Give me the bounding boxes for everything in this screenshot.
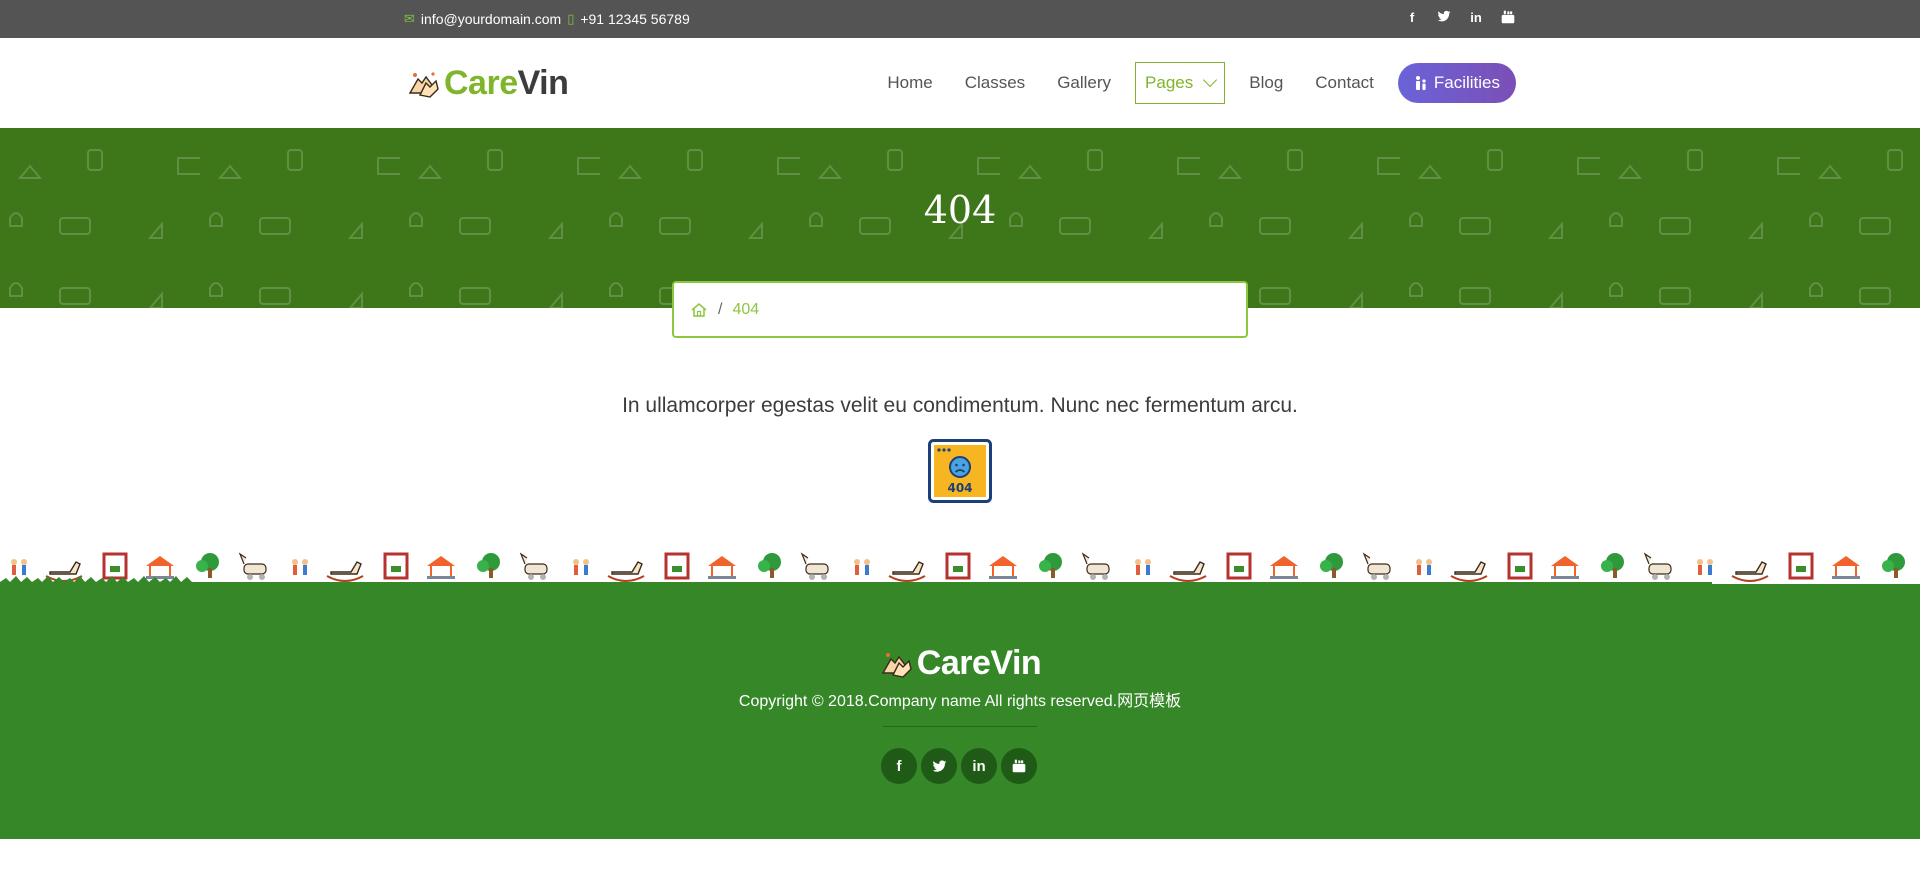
main-nav: Home Classes Gallery Pages Blog Contact … [871,62,1516,104]
playground-illustration-strip [0,551,1920,590]
chevron-down-icon [1203,72,1218,88]
phone-icon: ▯ [567,11,575,26]
top-bar: ✉ info@yourdomain.com ▯ +91 12345 56789 … [0,0,1920,38]
facebook-icon[interactable]: f [1404,10,1420,27]
facilities-label: Facilities [1433,73,1500,92]
error-message: In ullamcorper egestas velit eu condimen… [622,394,1298,417]
breadcrumb: / 404 [672,281,1248,338]
brand-name-part1: Care [444,64,518,102]
breadcrumb-current: 404 [732,300,760,318]
breadcrumb-separator: / [718,300,723,318]
nav-contact[interactable]: Contact [1299,62,1390,104]
linkedin-icon[interactable]: in [1468,10,1484,27]
page-title: 404 [923,188,997,232]
nav-pages[interactable]: Pages [1135,62,1226,104]
email-icon: ✉ [404,11,415,26]
family-icon [1415,76,1426,90]
hands-logo-icon [881,652,912,678]
linkedin-icon[interactable]: in [961,748,997,784]
top-social-links: f in [1404,10,1516,27]
footer-logo[interactable]: CareVin [0,644,1920,683]
footer-divider [883,726,1037,727]
youtube-icon[interactable] [1001,748,1037,784]
twitter-icon[interactable] [921,748,957,784]
nav-classes[interactable]: Classes [949,62,1041,104]
youtube-icon[interactable] [1500,10,1516,27]
nav-pages-label: Pages [1145,73,1194,92]
footer-brand-part2: Vin [990,644,1042,682]
nav-home[interactable]: Home [871,62,948,104]
twitter-icon[interactable] [1436,10,1452,27]
site-footer: CareVin Copyright © 2018.Company name Al… [0,588,1920,839]
email-link[interactable]: info@yourdomain.com [421,11,561,27]
phone-link[interactable]: +91 12345 56789 [580,11,689,27]
svg-text:404: 404 [947,481,972,495]
brand-name-part2: Vin [517,64,569,102]
page-bottom-space [0,839,1920,888]
404-error-icon: 404 [928,439,992,503]
footer-brand-part1: Care [916,644,991,682]
site-logo[interactable]: CareVin [406,64,569,103]
hands-logo-icon [408,71,439,98]
facebook-icon[interactable]: f [881,748,917,784]
nav-blog[interactable]: Blog [1233,62,1299,104]
contact-info: ✉ info@yourdomain.com ▯ +91 12345 56789 [404,11,690,27]
copyright-text: Copyright © 2018.Company name All rights… [738,693,1182,710]
site-header: CareVin Home Classes Gallery Pages Blog … [0,38,1920,128]
nav-gallery[interactable]: Gallery [1041,62,1127,104]
facilities-button[interactable]: Facilities [1397,63,1516,103]
footer-social-links: f in [881,748,1037,784]
home-icon[interactable] [690,301,708,319]
